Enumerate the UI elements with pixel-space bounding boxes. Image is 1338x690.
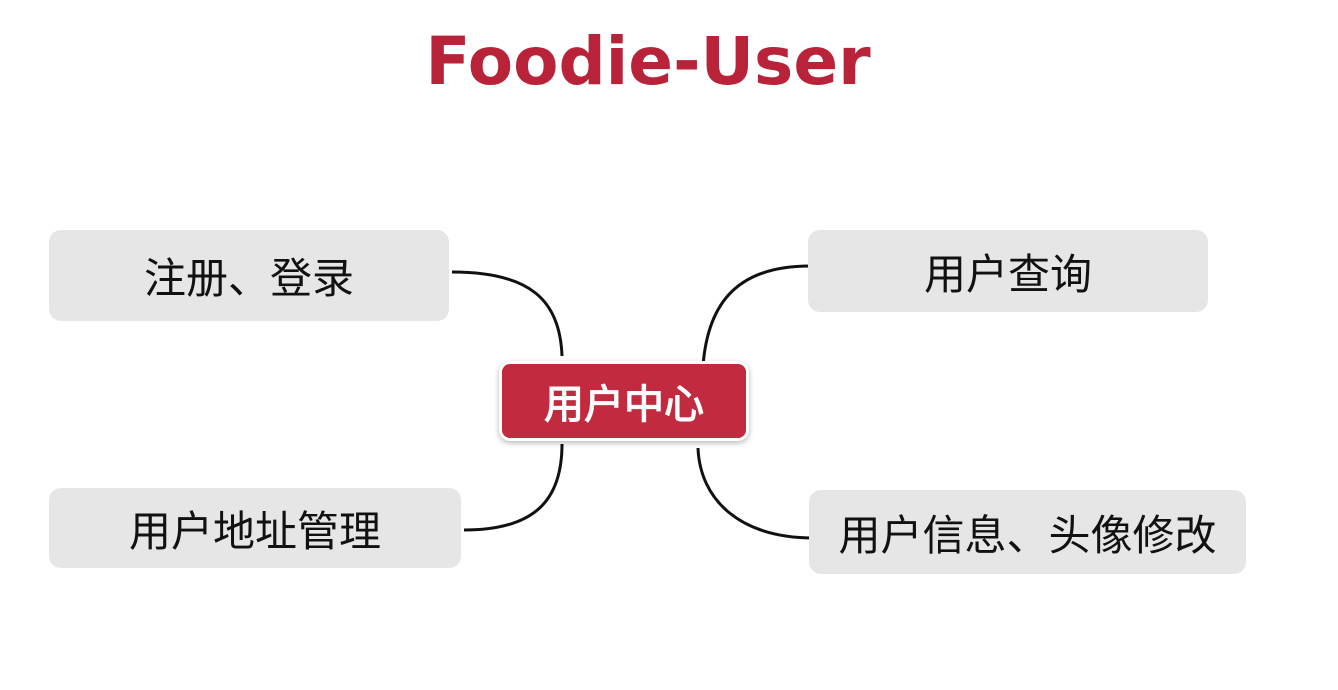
branch-node-address-management: 用户地址管理 bbox=[49, 488, 461, 568]
center-label: 用户中心 bbox=[544, 382, 704, 428]
connector-address bbox=[463, 443, 564, 532]
branch-node-register-login: 注册、登录 bbox=[49, 230, 449, 321]
connector-query bbox=[701, 264, 811, 367]
center-node-user-center: 用户中心 bbox=[502, 364, 746, 438]
branch-label: 用户查询 bbox=[923, 249, 1092, 299]
branch-node-user-query: 用户查询 bbox=[808, 230, 1208, 312]
connector-profile bbox=[696, 447, 815, 540]
branch-label: 用户信息、头像修改 bbox=[838, 510, 1217, 560]
branch-node-profile-avatar-edit: 用户信息、头像修改 bbox=[809, 490, 1246, 574]
connector-register bbox=[451, 270, 564, 357]
branch-label: 用户地址管理 bbox=[128, 506, 381, 556]
connector-lines bbox=[451, 264, 815, 540]
branch-label: 注册、登录 bbox=[143, 254, 354, 303]
